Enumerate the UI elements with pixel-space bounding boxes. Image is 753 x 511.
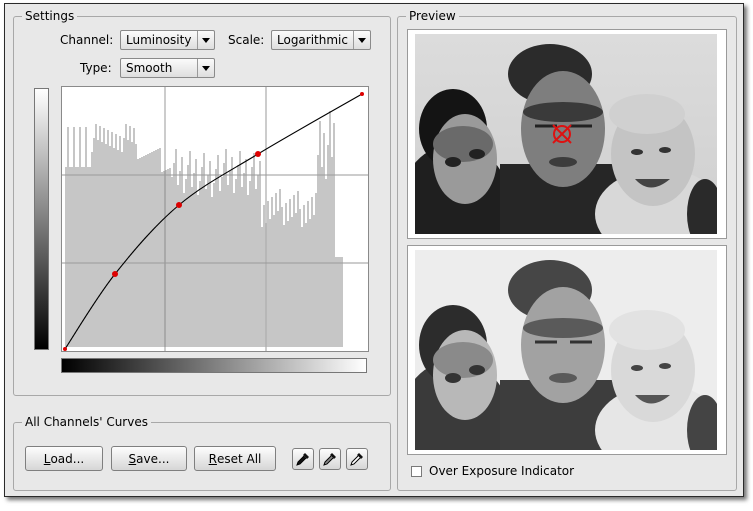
scale-label: Scale: — [228, 33, 265, 47]
all-channels-curves-title: All Channels' Curves — [22, 415, 151, 430]
channel-label: Channel: — [60, 33, 114, 47]
over-exposure-checkbox[interactable] — [411, 466, 422, 477]
preview-group: Preview Over Exposure Indicator — [397, 9, 737, 491]
chevron-down-icon — [197, 31, 214, 49]
scale-select[interactable]: Logarithmic — [271, 30, 371, 50]
preview-title: Preview — [406, 9, 459, 24]
histogram — [65, 111, 343, 347]
photo-preview-original[interactable] — [415, 34, 717, 234]
over-exposure-label: Over Exposure Indicator — [429, 464, 575, 478]
color-picker-white-button[interactable] — [346, 448, 368, 470]
photo-preview-result[interactable] — [415, 250, 717, 450]
curves-dialog: Settings Channel: Luminosity Scale: Loga… — [4, 3, 744, 497]
preview-original-frame — [407, 29, 727, 239]
all-channels-curves-group: All Channels' Curves Load... Save... Res… — [13, 415, 391, 491]
reset-all-button[interactable]: Reset All — [194, 446, 276, 471]
save-button[interactable]: Save... — [111, 446, 187, 471]
curve-control-point[interactable] — [255, 151, 261, 157]
color-picker-black-icon — [296, 453, 309, 466]
channel-value: Luminosity — [126, 33, 192, 47]
channel-select[interactable]: Luminosity — [120, 30, 215, 50]
type-value: Smooth — [126, 61, 173, 75]
curve-control-point[interactable] — [63, 347, 67, 351]
color-picker-white-icon — [350, 453, 363, 466]
chevron-down-icon — [197, 59, 214, 77]
color-picker-gray-button[interactable] — [319, 448, 341, 470]
output-gradient-bar — [34, 88, 49, 350]
color-picker-black-button[interactable] — [292, 448, 314, 470]
curve-control-point[interactable] — [112, 271, 118, 277]
load-button[interactable]: Load... — [25, 446, 103, 471]
preview-result-frame — [407, 245, 727, 455]
settings-title: Settings — [22, 9, 78, 24]
scale-value: Logarithmic — [277, 33, 348, 47]
type-select[interactable]: Smooth — [120, 58, 215, 78]
settings-group: Settings Channel: Luminosity Scale: Loga… — [13, 9, 391, 396]
curve-editor[interactable] — [61, 86, 369, 352]
input-gradient-bar — [61, 358, 367, 373]
curve-control-point[interactable] — [176, 202, 182, 208]
color-picker-gray-icon — [323, 453, 336, 466]
type-label: Type: — [80, 61, 112, 75]
chevron-down-icon — [353, 31, 370, 49]
curve-control-point[interactable] — [360, 92, 364, 96]
